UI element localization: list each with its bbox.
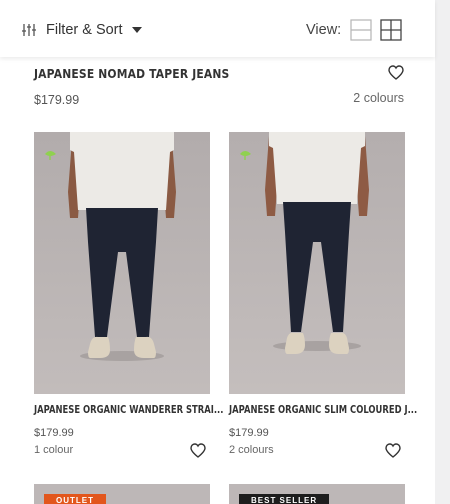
single-column-view-icon[interactable]	[350, 19, 372, 41]
product-card-partial[interactable]: OUTLET	[34, 484, 210, 504]
product-name[interactable]: JAPANESE ORGANIC WANDERER STRAI...	[34, 404, 223, 416]
product-image[interactable]	[229, 132, 405, 394]
product-name[interactable]: JAPANESE NOMAD TAPER JEANS	[34, 66, 229, 81]
heart-icon[interactable]	[385, 443, 401, 458]
model-photo	[229, 132, 405, 394]
product-name[interactable]: JAPANESE ORGANIC SLIM COLOURED J...	[229, 404, 417, 416]
product-colours: 2 colours	[353, 91, 404, 105]
product-card: JAPANESE ORGANIC SLIM COLOURED J... $179…	[229, 132, 417, 472]
filter-toolbar: Filter & Sort View:	[0, 0, 435, 57]
view-label: View:	[306, 22, 342, 38]
scrollbar-track[interactable]	[435, 0, 450, 504]
caret-down-icon	[131, 27, 142, 33]
product-card-partial[interactable]: BEST SELLER	[229, 484, 405, 504]
sliders-icon	[22, 24, 36, 36]
product-colours: 1 colour	[34, 444, 74, 456]
best-seller-badge: BEST SELLER	[239, 494, 330, 504]
filter-sort-label: Filter & Sort	[46, 22, 123, 38]
product-price: $179.99	[34, 427, 74, 439]
view-switcher: View:	[306, 19, 402, 41]
product-price: $179.99	[229, 427, 269, 439]
product-image[interactable]	[34, 132, 210, 394]
filter-sort-button[interactable]: Filter & Sort	[22, 19, 142, 41]
product-card: JAPANESE ORGANIC WANDERER STRAI... $179.…	[34, 132, 223, 472]
heart-icon[interactable]	[388, 65, 404, 80]
model-photo	[34, 132, 210, 394]
product-listing-page: Filter & Sort View: JAPANESE NOMAD TAPER…	[0, 0, 435, 504]
outlet-badge: OUTLET	[44, 494, 106, 504]
product-colours: 2 colours	[229, 444, 274, 456]
product-price: $179.99	[34, 93, 80, 107]
grid-view-icon[interactable]	[380, 19, 402, 41]
heart-icon[interactable]	[190, 443, 206, 458]
